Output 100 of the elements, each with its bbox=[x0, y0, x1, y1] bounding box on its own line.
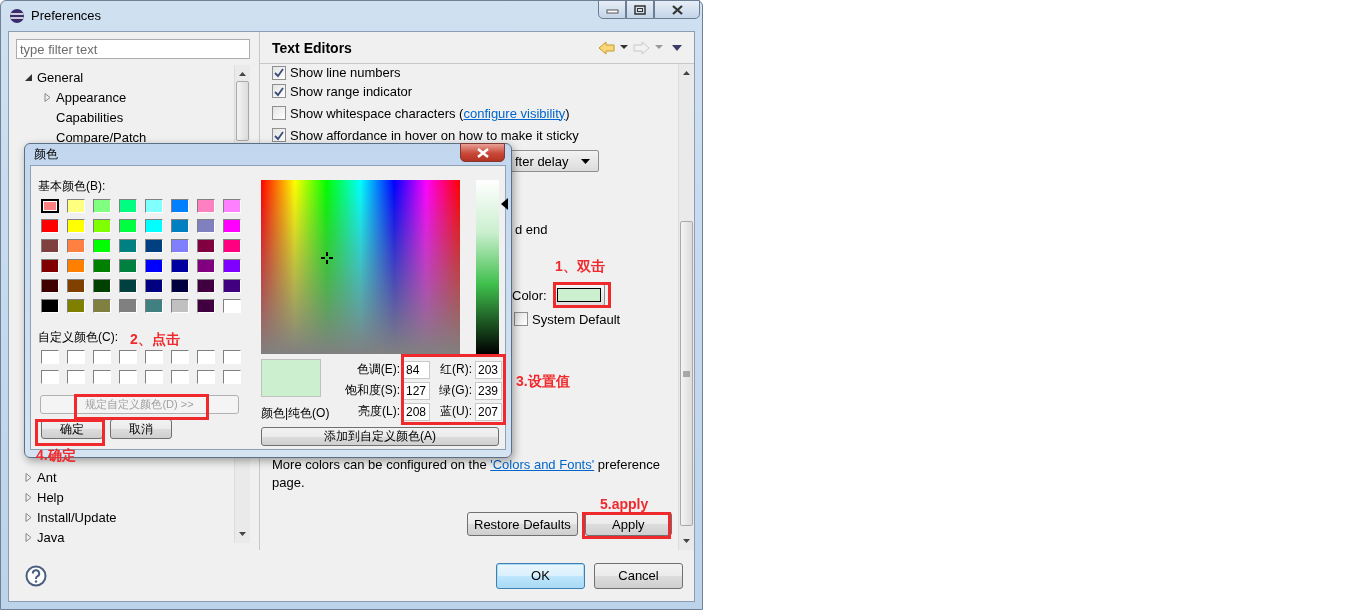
custom-color-swatch[interactable] bbox=[171, 370, 189, 384]
color-swatch[interactable] bbox=[67, 259, 85, 273]
color-swatch[interactable] bbox=[93, 239, 111, 253]
custom-color-swatch[interactable] bbox=[197, 350, 215, 364]
scroll-down-icon[interactable] bbox=[238, 531, 247, 537]
custom-color-swatch[interactable] bbox=[223, 350, 241, 364]
custom-color-swatch[interactable] bbox=[93, 370, 111, 384]
color-swatch[interactable] bbox=[145, 199, 163, 213]
custom-color-swatch[interactable] bbox=[93, 350, 111, 364]
custom-color-swatch[interactable] bbox=[145, 350, 163, 364]
checkbox[interactable] bbox=[272, 128, 286, 142]
checkbox[interactable] bbox=[272, 65, 286, 80]
color-swatch[interactable] bbox=[67, 239, 85, 253]
custom-color-swatch[interactable] bbox=[119, 370, 137, 384]
color-swatch[interactable] bbox=[93, 259, 111, 273]
checkbox[interactable] bbox=[514, 312, 528, 326]
color-swatch[interactable] bbox=[223, 199, 241, 213]
color-swatch[interactable] bbox=[67, 219, 85, 233]
value-field[interactable]: 127 bbox=[403, 381, 430, 400]
color-swatch[interactable] bbox=[223, 239, 241, 253]
color-swatch[interactable] bbox=[171, 239, 189, 253]
color-swatch[interactable] bbox=[67, 299, 85, 313]
color-swatch[interactable] bbox=[197, 259, 215, 273]
color-swatch[interactable] bbox=[119, 279, 137, 293]
color-swatch[interactable] bbox=[171, 279, 189, 293]
checkbox[interactable] bbox=[272, 106, 286, 120]
color-swatch[interactable] bbox=[197, 279, 215, 293]
color-swatch[interactable] bbox=[223, 219, 241, 233]
ok-button[interactable]: OK bbox=[496, 562, 585, 589]
restore-defaults-button[interactable]: Restore Defaults bbox=[467, 512, 578, 536]
color-swatch[interactable] bbox=[93, 219, 111, 233]
tree-item[interactable]: Appearance bbox=[56, 89, 127, 105]
scrollbar-thumb[interactable] bbox=[236, 81, 249, 141]
custom-color-swatch[interactable] bbox=[67, 370, 85, 384]
close-button[interactable] bbox=[460, 143, 505, 162]
expand-arrow-icon[interactable] bbox=[24, 512, 33, 522]
color-swatch[interactable] bbox=[93, 279, 111, 293]
expand-arrow-icon[interactable] bbox=[43, 92, 52, 102]
color-swatch[interactable] bbox=[145, 219, 163, 233]
tree-item[interactable]: Install/Update bbox=[37, 509, 117, 525]
view-menu-icon[interactable] bbox=[672, 44, 682, 51]
filter-field[interactable]: type filter text bbox=[16, 39, 250, 59]
color-swatch[interactable] bbox=[119, 219, 137, 233]
custom-color-swatch[interactable] bbox=[197, 370, 215, 384]
value-field[interactable]: 203 bbox=[475, 360, 502, 379]
add-to-custom-colors-button[interactable]: 添加到自定义颜色(A) bbox=[261, 427, 499, 446]
color-swatch[interactable] bbox=[171, 199, 189, 213]
close-button[interactable] bbox=[654, 0, 700, 19]
colors-and-fonts-link[interactable]: 'Colors and Fonts' bbox=[490, 457, 595, 472]
expand-arrow-icon[interactable] bbox=[24, 492, 33, 502]
help-icon[interactable] bbox=[25, 564, 47, 587]
color-swatch[interactable] bbox=[41, 259, 59, 273]
custom-color-swatch[interactable] bbox=[67, 350, 85, 364]
color-swatch[interactable] bbox=[171, 219, 189, 233]
collapse-arrow-icon[interactable] bbox=[24, 72, 33, 82]
back-arrow-icon[interactable] bbox=[598, 40, 615, 55]
tree-item[interactable]: General bbox=[37, 69, 84, 85]
scroll-up-icon[interactable] bbox=[238, 71, 247, 77]
value-field[interactable]: 239 bbox=[475, 381, 502, 400]
color-swatch[interactable] bbox=[41, 219, 59, 233]
dropdown-caret-icon[interactable] bbox=[620, 45, 628, 50]
color-swatch[interactable] bbox=[93, 299, 111, 313]
tree-item[interactable]: Java bbox=[37, 529, 65, 545]
custom-color-swatch[interactable] bbox=[171, 350, 189, 364]
cancel-button[interactable]: 取消 bbox=[110, 419, 172, 439]
color-swatch[interactable] bbox=[119, 199, 137, 213]
color-swatch[interactable] bbox=[119, 239, 137, 253]
minimize-button[interactable] bbox=[598, 0, 626, 19]
color-swatch[interactable] bbox=[171, 299, 189, 313]
color-swatch[interactable] bbox=[145, 299, 163, 313]
color-swatch[interactable] bbox=[41, 199, 59, 213]
scroll-up-icon[interactable] bbox=[682, 70, 691, 76]
expand-arrow-icon[interactable] bbox=[24, 472, 33, 482]
color-swatch[interactable] bbox=[145, 239, 163, 253]
slider-pointer-icon[interactable] bbox=[501, 198, 508, 210]
tree-item[interactable]: Help bbox=[37, 489, 64, 505]
expand-arrow-icon[interactable] bbox=[24, 532, 33, 542]
color-swatch[interactable] bbox=[197, 199, 215, 213]
custom-color-swatch[interactable] bbox=[41, 350, 59, 364]
color-swatch[interactable] bbox=[67, 279, 85, 293]
color-swatch[interactable] bbox=[145, 259, 163, 273]
tree-item[interactable]: Compare/Patch bbox=[56, 129, 147, 145]
custom-color-swatch[interactable] bbox=[41, 370, 59, 384]
crosshair-icon[interactable] bbox=[321, 252, 333, 264]
checkbox[interactable] bbox=[272, 84, 286, 98]
scroll-down-icon[interactable] bbox=[682, 538, 691, 544]
color-swatch[interactable] bbox=[93, 199, 111, 213]
color-spectrum[interactable] bbox=[261, 180, 460, 354]
color-swatch[interactable] bbox=[223, 259, 241, 273]
scrollbar-thumb[interactable] bbox=[680, 221, 693, 526]
tree-item[interactable]: Ant bbox=[37, 469, 57, 485]
custom-color-swatch[interactable] bbox=[223, 370, 241, 384]
value-field[interactable]: 207 bbox=[475, 402, 502, 421]
configure-link[interactable]: configure visibility bbox=[463, 105, 566, 121]
color-swatch[interactable] bbox=[145, 279, 163, 293]
color-swatch[interactable] bbox=[67, 199, 85, 213]
value-field[interactable]: 84 bbox=[403, 360, 430, 379]
cancel-button[interactable]: Cancel bbox=[594, 562, 683, 589]
color-swatch[interactable] bbox=[119, 299, 137, 313]
color-swatch[interactable] bbox=[197, 219, 215, 233]
